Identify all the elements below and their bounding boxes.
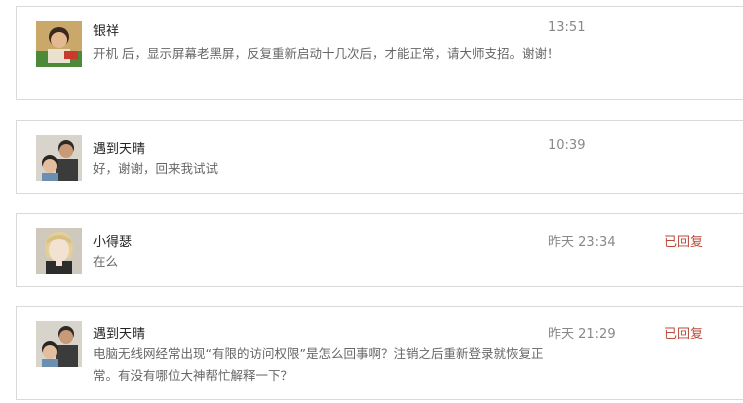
- sender-name[interactable]: 小得瑟: [93, 231, 132, 250]
- avatar[interactable]: [36, 135, 82, 181]
- message-text[interactable]: 电脑无线网经常出现“有限的访问权限”是怎么回事啊？注销之后重新登录就恢复正常。有…: [93, 343, 563, 387]
- message-text[interactable]: 在么: [93, 251, 563, 273]
- reply-status: 已回复: [664, 235, 704, 250]
- message-item[interactable]: 遇到天晴 好，谢谢，回来我试试 10:39: [16, 120, 743, 194]
- message-item[interactable]: 遇到天晴 电脑无线网经常出现“有限的访问权限”是怎么回事啊？注销之后重新登录就恢…: [16, 306, 743, 400]
- avatar[interactable]: [36, 21, 82, 67]
- message-time: 13:51: [548, 20, 586, 35]
- avatar[interactable]: [36, 321, 82, 367]
- father-child-avatar-icon: [36, 135, 82, 181]
- message-list: 银祥 开机 后，显示屏幕老黑屏，反复重新启动十几次后，才能正常，请大师支招。谢谢…: [0, 0, 743, 403]
- child-avatar-icon: [36, 21, 82, 67]
- sender-name[interactable]: 遇到天晴: [93, 323, 145, 342]
- anime-boy-avatar-icon: [36, 228, 82, 274]
- message-time: 10:39: [548, 138, 586, 153]
- sender-name[interactable]: 遇到天晴: [93, 138, 145, 157]
- sender-name[interactable]: 银祥: [93, 20, 119, 39]
- message-item[interactable]: 小得瑟 在么 昨天 23:34 已回复: [16, 213, 743, 287]
- avatar[interactable]: [36, 228, 82, 274]
- reply-status: 已回复: [664, 327, 704, 342]
- message-text[interactable]: 开机 后，显示屏幕老黑屏，反复重新启动十几次后，才能正常，请大师支招。谢谢！: [93, 43, 563, 65]
- father-child-avatar-icon: [36, 321, 82, 367]
- message-time: 昨天 23:34: [548, 235, 616, 250]
- message-time: 昨天 21:29: [548, 327, 616, 342]
- message-item[interactable]: 银祥 开机 后，显示屏幕老黑屏，反复重新启动十几次后，才能正常，请大师支招。谢谢…: [16, 6, 743, 100]
- message-text[interactable]: 好，谢谢，回来我试试: [93, 158, 563, 180]
